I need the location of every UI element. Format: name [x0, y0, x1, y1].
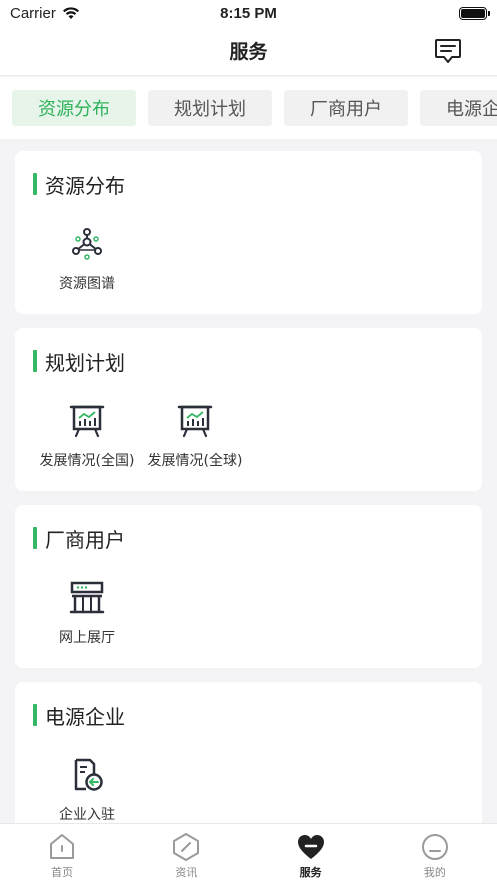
- profile-icon: [421, 834, 448, 860]
- home-icon: [50, 834, 75, 859]
- document-enter-icon: [74, 758, 103, 791]
- service-item-enterprise-registration[interactable]: 企业入驻: [27, 756, 147, 824]
- section-accent-bar: [33, 173, 37, 195]
- tab-planning[interactable]: 规划计划: [148, 90, 272, 126]
- wifi-icon: [62, 7, 79, 19]
- service-item-label: 资源图谱: [59, 276, 115, 292]
- section-resource-distribution: 资源分布 资源图谱: [15, 151, 482, 314]
- section-power-enterprise: 电源企业 企业入驻: [15, 682, 482, 845]
- tab-resource-distribution[interactable]: 资源分布: [12, 90, 136, 126]
- section-title-text: 资源分布: [45, 173, 125, 198]
- nav-bar: 服务: [0, 26, 497, 76]
- section-accent-bar: [33, 704, 37, 726]
- storefront-icon: [69, 581, 105, 614]
- service-item-label: 网上展厅: [59, 630, 115, 646]
- service-item-development-national[interactable]: 发展情况(全国): [27, 402, 147, 470]
- compass-icon: [173, 833, 200, 861]
- section-title: 厂商用户: [33, 525, 125, 552]
- section-accent-bar: [33, 350, 37, 372]
- bottom-tab-bar: 首页 资讯 服务 我的: [0, 823, 497, 883]
- section-title-text: 电源企业: [45, 704, 125, 729]
- service-item-resource-map[interactable]: 资源图谱: [27, 225, 147, 293]
- section-title: 规划计划: [33, 348, 125, 375]
- section-title: 资源分布: [33, 171, 125, 198]
- section-title-text: 厂商用户: [45, 527, 125, 552]
- heart-icon: [297, 835, 324, 859]
- bottom-tab-home[interactable]: 首页: [0, 824, 124, 883]
- section-title-text: 规划计划: [45, 350, 125, 375]
- service-item-online-showroom[interactable]: 网上展厅: [27, 579, 147, 647]
- bottom-tab-label: 首页: [51, 866, 74, 879]
- chart-board-icon: [69, 405, 105, 438]
- bottom-tab-label: 我的: [423, 866, 446, 879]
- message-icon[interactable]: [433, 36, 463, 66]
- service-item-label: 企业入驻: [59, 807, 115, 823]
- section-accent-bar: [33, 527, 37, 549]
- tab-power-enterprise[interactable]: 电源企业: [420, 90, 497, 126]
- service-item-label: 发展情况(全国): [39, 453, 135, 469]
- network-graph-icon: [72, 228, 102, 260]
- bottom-tab-label: 资讯: [175, 866, 198, 879]
- bottom-tab-mine[interactable]: 我的: [373, 824, 497, 883]
- status-bar: Carrier 8:15 PM: [0, 0, 497, 26]
- service-item-label: 发展情况(全球): [147, 453, 243, 469]
- service-item-development-global[interactable]: 发展情况(全球): [135, 402, 255, 470]
- bottom-tab-service[interactable]: 服务: [249, 824, 373, 883]
- bottom-tab-label: 服务: [299, 866, 322, 879]
- tab-vendor-users[interactable]: 厂商用户: [284, 90, 408, 126]
- section-vendor-users: 厂商用户 网上展厅: [15, 505, 482, 668]
- section-title: 电源企业: [33, 702, 125, 729]
- page-title: 服务: [229, 42, 268, 63]
- carrier-label: Carrier: [10, 4, 56, 22]
- section-planning: 规划计划 发展情况(全国) 发展情况(全球): [15, 328, 482, 491]
- category-tabs: 资源分布 规划计划 厂商用户 电源企业: [0, 77, 497, 139]
- status-left: Carrier: [10, 5, 80, 22]
- chart-board-icon: [177, 405, 213, 438]
- bottom-tab-news[interactable]: 资讯: [124, 824, 248, 883]
- battery-icon: [459, 6, 490, 20]
